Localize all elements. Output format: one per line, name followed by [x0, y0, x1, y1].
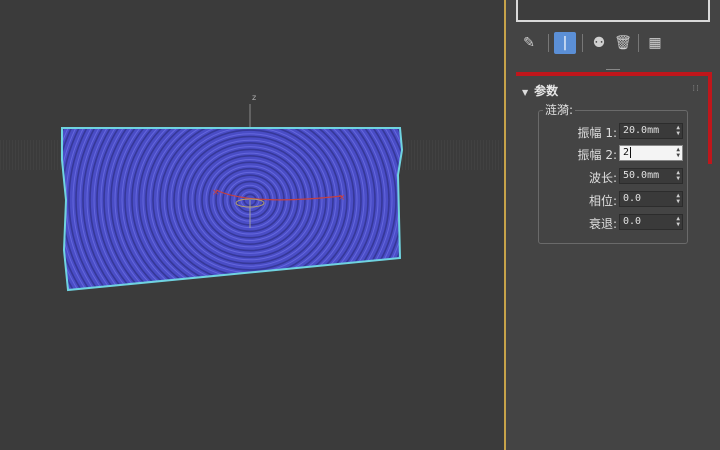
z-axis-label: z [252, 93, 256, 102]
collapse-arrow-icon[interactable]: ▼ [522, 88, 528, 97]
phase-spinner[interactable]: 0.0 ▲ ▼ [619, 191, 683, 207]
wavelength-spinner[interactable]: 50.0mm ▲ ▼ [619, 168, 683, 184]
modifier-stack-toolbar: ✎ | ⚉ 🗑 ▦ [514, 30, 714, 58]
ripple-group: 涟漪: 振幅 1: 20.0mm ▲ ▼ 振幅 2: 2 ▲ ▼ 波长: 50.0m… [538, 101, 688, 244]
decay-spinner[interactable]: 0.0 ▲ ▼ [619, 214, 683, 230]
highlight-annotation-side [708, 72, 712, 164]
parameters-rollout-header[interactable]: ▼ 参数 [522, 82, 558, 99]
parameters-title: 参数 [534, 84, 559, 98]
rollout-grip-icon: ⁞⁞ [692, 84, 700, 94]
ripple-group-title: 涟漪: [543, 101, 576, 118]
highlight-annotation-top [516, 72, 712, 76]
configure-icon[interactable]: ▦ [644, 32, 666, 54]
toolbar-separator [638, 34, 639, 52]
decay-row: 衰退: 0.0 ▲ ▼ [539, 214, 687, 232]
toolbar-separator [548, 34, 549, 52]
trash-icon[interactable]: 🗑 [612, 32, 634, 54]
amplitude-2-label: 振幅 2: [577, 148, 618, 162]
gizmo-x-end: × [338, 193, 346, 203]
phase-label: 相位: [588, 194, 617, 208]
viewport-perspective[interactable]: z × × [0, 0, 505, 450]
amplitude-1-row: 振幅 1: 20.0mm ▲ ▼ [539, 123, 687, 141]
make-unique-icon[interactable]: ⚉ [588, 32, 610, 54]
command-panel: ✎ | ⚉ 🗑 ▦ ▼ 参数 ⁞⁞ 涟漪: 振幅 1: 20.0mm ▲ ▼ 振幅 … [506, 0, 720, 450]
spinner-arrows-icon[interactable]: ▲ ▼ [676, 216, 680, 228]
amplitude-2-row: 振幅 2: 2 ▲ ▼ [539, 145, 687, 163]
ripple-surface [62, 128, 402, 290]
show-end-result-icon[interactable]: | [554, 32, 576, 54]
object-name-box[interactable] [516, 0, 710, 22]
parameters-rollout: ▼ 参数 ⁞⁞ 涟漪: 振幅 1: 20.0mm ▲ ▼ 振幅 2: 2 ▲ ▼ 波长… [516, 74, 710, 250]
amplitude-1-label: 振幅 1: [577, 126, 618, 140]
wavelength-label: 波长: [588, 171, 617, 185]
spinner-arrows-icon[interactable]: ▲ ▼ [676, 193, 680, 205]
pin-icon[interactable]: ✎ [518, 32, 540, 54]
spinner-arrows-icon[interactable]: ▲ ▼ [676, 147, 680, 159]
spinner-arrows-icon[interactable]: ▲ ▼ [676, 170, 680, 182]
wavelength-row: 波长: 50.0mm ▲ ▼ [539, 168, 687, 186]
toolbar-separator [582, 34, 583, 52]
phase-row: 相位: 0.0 ▲ ▼ [539, 191, 687, 209]
spinner-arrows-icon[interactable]: ▲ ▼ [676, 125, 680, 137]
amplitude-2-spinner[interactable]: 2 ▲ ▼ [619, 145, 683, 161]
amplitude-1-spinner[interactable]: 20.0mm ▲ ▼ [619, 123, 683, 139]
ripple-plane-view[interactable]: z × × [0, 0, 505, 450]
decay-label: 衰退: [588, 217, 617, 231]
gizmo-x-marker: × [212, 188, 220, 198]
